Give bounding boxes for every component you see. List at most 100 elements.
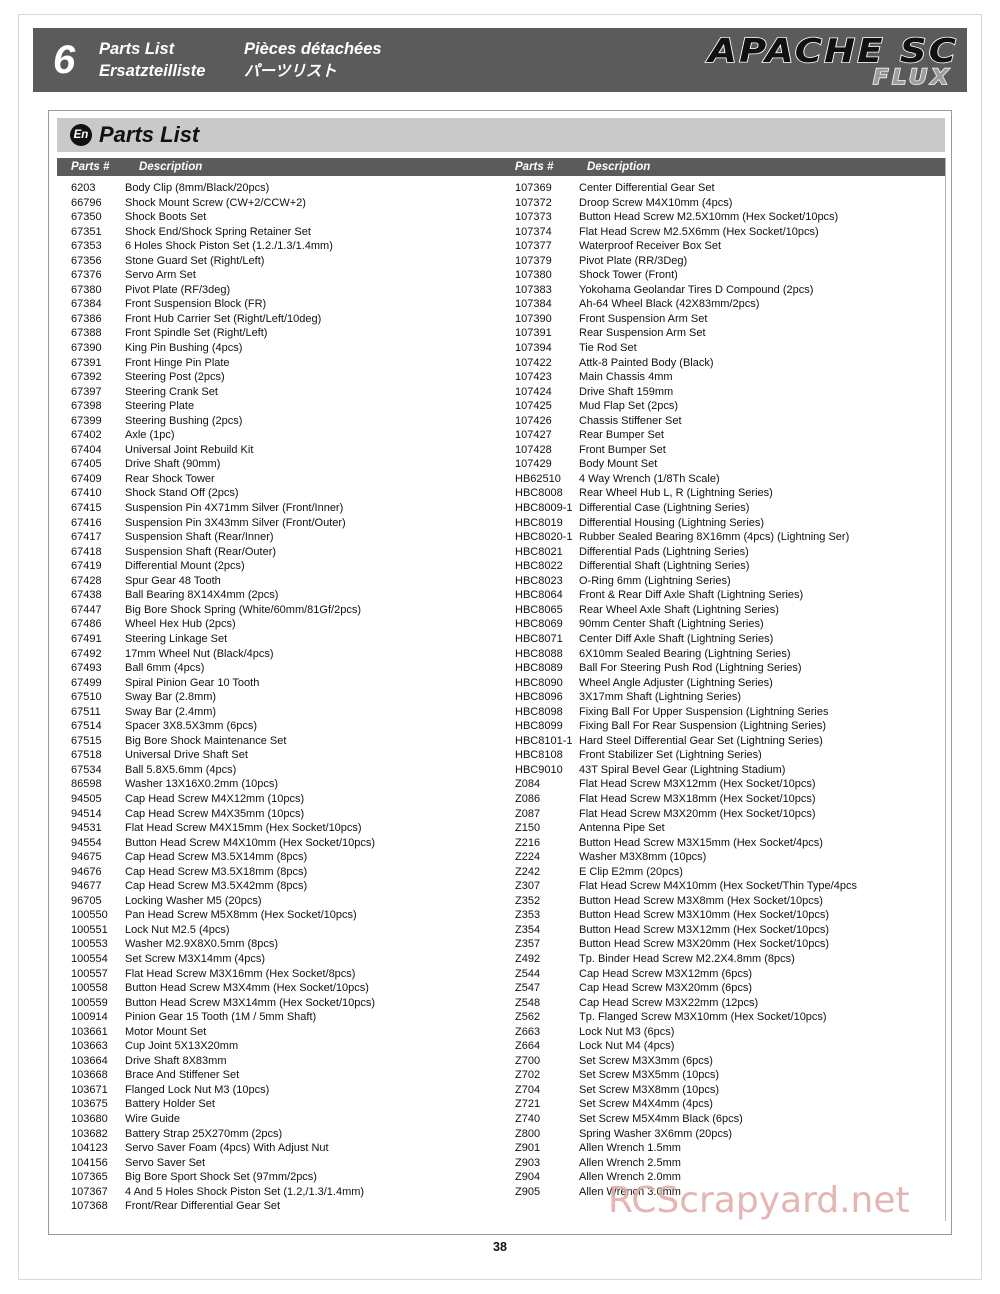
table-row: 107426 Chassis Stiffener Set bbox=[507, 414, 951, 429]
table-row: HBC8009-1 Differential Case (Lightning Se… bbox=[507, 501, 951, 516]
table-row: 100558 Button Head Screw M3X4mm (Hex Sock… bbox=[57, 981, 501, 996]
part-description-cell: Front Spindle Set (Right/Left) bbox=[125, 327, 268, 340]
table-row: 103671 Flanged Lock Nut M3 (10pcs) bbox=[57, 1083, 501, 1098]
part-number-cell: 100557 bbox=[71, 967, 108, 980]
part-number-cell: 103668 bbox=[71, 1069, 108, 1082]
part-number-cell: Z800 bbox=[515, 1127, 541, 1140]
table-row: 100553 Washer M2.9X8X0.5mm (8pcs) bbox=[57, 937, 501, 952]
part-number-cell: 103675 bbox=[71, 1098, 108, 1111]
table-row: 67415 Suspension Pin 4X71mm Silver (Front… bbox=[57, 501, 501, 516]
part-number-cell: 107422 bbox=[515, 356, 552, 369]
part-number-cell: 67415 bbox=[71, 502, 102, 515]
table-row: 67417 Suspension Shaft (Rear/Inner) bbox=[57, 530, 501, 545]
table-row: 67405 Drive Shaft (90mm) bbox=[57, 457, 501, 472]
part-description-cell: Tp. Flanged Screw M3X10mm (Hex Socket/10… bbox=[579, 1011, 827, 1024]
parts-column-left: 6203 Body Clip (8mm/Black/20pcs) 66796 Shoc… bbox=[57, 181, 501, 1214]
chapter-title-jp: パーツリスト bbox=[244, 62, 337, 80]
table-row: 107425 Mud Flap Set (2pcs) bbox=[507, 399, 951, 414]
table-row: 103661 Motor Mount Set bbox=[57, 1025, 501, 1040]
part-description-cell: Body Clip (8mm/Black/20pcs) bbox=[125, 182, 270, 194]
part-number-cell: 67417 bbox=[71, 531, 102, 544]
part-number-cell: Z562 bbox=[515, 1011, 541, 1024]
part-number-cell: HBC8064 bbox=[515, 589, 563, 602]
part-description-cell: Universal Drive Shaft Set bbox=[125, 749, 248, 762]
table-row: 107374 Flat Head Screw M2.5X6mm (Hex Sock… bbox=[507, 225, 951, 240]
part-description-cell: Droop Screw M4X10mm (4pcs) bbox=[579, 196, 733, 209]
part-number-cell: 94677 bbox=[71, 880, 102, 893]
table-row: 100557 Flat Head Screw M3X16mm (Hex Socke… bbox=[57, 967, 501, 982]
table-row: 94677 Cap Head Screw M3.5X42mm (8pcs) bbox=[57, 879, 501, 894]
table-row: 67397 Steering Crank Set bbox=[57, 385, 501, 400]
part-description-cell: Front/Rear Differential Gear Set bbox=[125, 1200, 281, 1213]
part-number-cell: 107394 bbox=[515, 342, 552, 355]
part-description-cell: Pan Head Screw M5X8mm (Hex Socket/10pcs) bbox=[125, 909, 357, 922]
part-description-cell: Flat Head Screw M4X15mm (Hex Socket/10pc… bbox=[125, 822, 362, 835]
part-description-cell: Shock Boots Set bbox=[125, 211, 207, 224]
chapter-title-fr: Pièces détachées bbox=[244, 40, 382, 58]
table-row: 107367 4 And 5 Holes Shock Piston Set (1.… bbox=[57, 1185, 501, 1200]
part-number-cell: 107367 bbox=[71, 1185, 108, 1198]
part-number-cell: Z704 bbox=[515, 1083, 541, 1096]
part-description-cell: Suspension Pin 4X71mm Silver (Front/Inne… bbox=[125, 502, 344, 515]
product-logo-name: APACHE SC bbox=[707, 31, 958, 70]
part-description-cell: Differential Pads (Lightning Series) bbox=[579, 545, 749, 558]
table-row: 67410 Shock Stand Off (2pcs) bbox=[57, 486, 501, 501]
part-description-cell: Servo Arm Set bbox=[125, 269, 196, 282]
part-description-cell: Button Head Screw M3X10mm (Hex Socket/10… bbox=[579, 909, 830, 922]
table-row: 107379 Pivot Plate (RR/3Deg) bbox=[507, 254, 951, 269]
table-row: 94514 Cap Head Screw M4X35mm (10pcs) bbox=[57, 807, 501, 822]
part-number-cell: HBC8021 bbox=[515, 545, 563, 558]
part-description-cell: Set Screw M5X4mm Black (6pcs) bbox=[579, 1113, 743, 1125]
part-description-cell: Set Screw M4X4mm (4pcs) bbox=[579, 1098, 713, 1111]
section-title: Parts List bbox=[99, 122, 200, 147]
part-number-cell: Z352 bbox=[515, 894, 541, 907]
part-description-cell: Hard Steel Differential Gear Set (Lightn… bbox=[579, 734, 823, 747]
table-row: 103675 Battery Holder Set bbox=[57, 1097, 501, 1112]
table-row: 67380 Pivot Plate (RF/3deg) bbox=[57, 283, 501, 298]
part-number-cell: 67409 bbox=[71, 472, 102, 485]
part-description-cell: Flat Head Screw M3X12mm (Hex Socket/10pc… bbox=[579, 778, 816, 791]
table-row: HBC8020-1 Rubber Sealed Bearing 8X16mm (4… bbox=[507, 530, 951, 545]
table-row: 107383 Yokohama Geolandar Tires D Compoun… bbox=[507, 283, 951, 298]
table-row: Z901 Allen Wrench 1.5mm bbox=[507, 1141, 951, 1156]
part-description-cell: Pivot Plate (RR/3Deg) bbox=[579, 254, 688, 267]
part-description-cell: Fixing Ball For Upper Suspension (Lightn… bbox=[579, 705, 829, 718]
part-description-cell: Cap Head Screw M3.5X14mm (8pcs) bbox=[125, 851, 308, 864]
part-number-cell: 66796 bbox=[71, 196, 102, 209]
part-number-cell: 67510 bbox=[71, 691, 102, 704]
table-row: HBC8090 Wheel Angle Adjuster (Lightning S… bbox=[507, 676, 951, 691]
table-row: HBC8019 Differential Housing (Lightning S… bbox=[507, 516, 951, 531]
part-description-cell: Drive Shaft 159mm bbox=[579, 385, 674, 398]
section-title-bar: En Parts List bbox=[57, 118, 945, 152]
product-logo: APACHE SC FLUX bbox=[690, 31, 958, 90]
part-number-cell: Z663 bbox=[515, 1025, 541, 1038]
part-number-cell: 94675 bbox=[71, 851, 102, 864]
part-number-cell: 67402 bbox=[71, 429, 102, 442]
part-description-cell: Fixing Ball For Rear Suspension (Lightni… bbox=[579, 720, 827, 733]
part-description-cell: 6 Holes Shock Piston Set (1.2./1.3/1.4mm… bbox=[125, 240, 333, 253]
table-row: 67409 Rear Shock Tower bbox=[57, 472, 501, 487]
part-number-cell: 107369 bbox=[515, 182, 552, 194]
part-description-cell: Cap Head Screw M3X12mm (6pcs) bbox=[579, 967, 753, 980]
part-description-cell: Rear Bumper Set bbox=[579, 429, 664, 442]
part-number-cell: 107424 bbox=[515, 385, 552, 398]
part-description-cell: Button Head Screw M4X10mm (Hex Socket/10… bbox=[125, 836, 376, 849]
part-description-cell: Ah-64 Wheel Black (42X83mm/2pcs) bbox=[579, 298, 760, 311]
part-description-cell: 17mm Wheel Nut (Black/4pcs) bbox=[125, 647, 274, 660]
part-description-cell: Front Stabilizer Set (Lightning Series) bbox=[579, 749, 762, 762]
table-row: 67390 King Pin Bushing (4pcs) bbox=[57, 341, 501, 356]
part-number-cell: 100550 bbox=[71, 909, 108, 922]
page-number: 38 bbox=[493, 1240, 507, 1254]
part-description-cell: Big Bore Shock Maintenance Set bbox=[125, 734, 287, 747]
part-number-cell: HBC8020-1 bbox=[515, 531, 573, 544]
part-number-cell: 67376 bbox=[71, 269, 102, 282]
manual-page: 6 Parts List Pièces détachées Ersatzteill… bbox=[0, 0, 1000, 1294]
part-number-cell: 67392 bbox=[71, 371, 102, 384]
part-description-cell: Wheel Angle Adjuster (Lightning Series) bbox=[579, 676, 773, 689]
part-number-cell: 100551 bbox=[71, 923, 108, 936]
part-number-cell: HBC8096 bbox=[515, 691, 563, 704]
part-number-cell: 67397 bbox=[71, 385, 102, 398]
part-number-cell: 67384 bbox=[71, 298, 102, 311]
table-row: Z664 Lock Nut M4 (4pcs) bbox=[507, 1039, 951, 1054]
part-description-cell: Rubber Sealed Bearing 8X16mm (4pcs) (Lig… bbox=[579, 531, 850, 544]
